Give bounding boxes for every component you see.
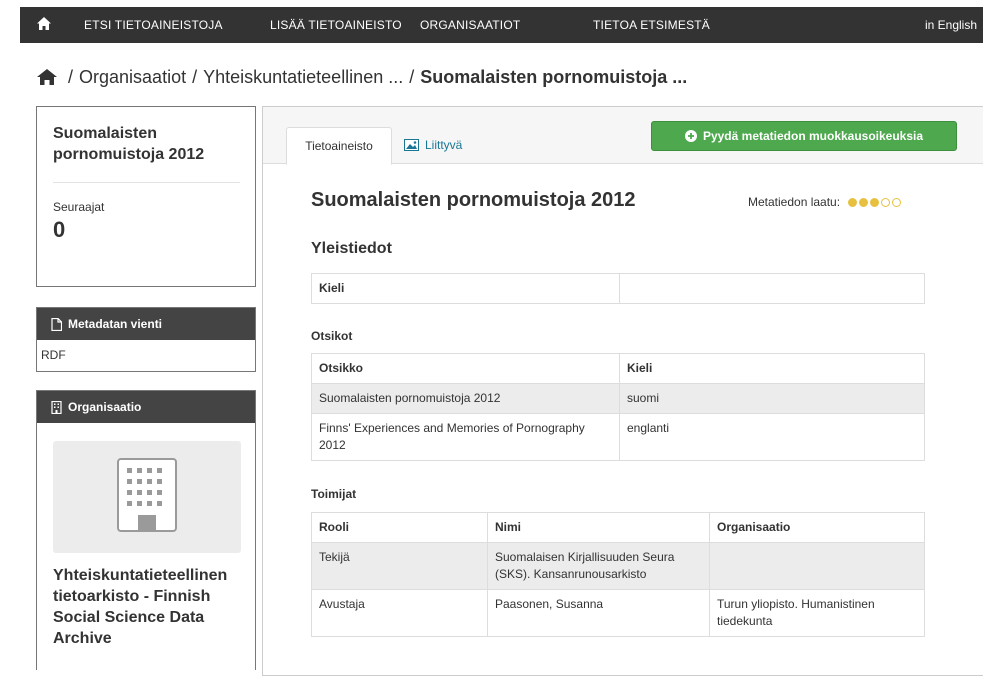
titles-col-title: Otsikko	[311, 353, 620, 384]
table-cell	[709, 542, 925, 590]
table-row: Finns' Experiences and Memories of Porno…	[311, 413, 925, 461]
breadcrumb: / Organisaatiot / Yhteiskuntatieteelline…	[36, 62, 687, 92]
home-icon[interactable]	[36, 68, 58, 86]
tab-bar: Tietoaineisto Liittyvä Pyydä metatiedon …	[263, 107, 983, 165]
breadcrumb-separator: /	[192, 66, 198, 87]
language-table: Kieli	[311, 273, 925, 304]
main-content: Tietoaineisto Liittyvä Pyydä metatiedon …	[262, 106, 983, 676]
tab-related-label: Liittyvä	[425, 138, 463, 152]
breadcrumb-organizations[interactable]: Organisaatiot	[79, 67, 186, 88]
request-edit-rights-label: Pyydä metatiedon muokkausoikeuksia	[702, 129, 924, 143]
breadcrumb-current[interactable]: Suomalaisten pornomuistoja ...	[420, 67, 687, 88]
actors-col-organization: Organisaatio	[709, 512, 925, 543]
quality-dot	[881, 197, 891, 207]
plus-circle-icon	[684, 130, 697, 142]
actors-heading: Toimijat	[311, 487, 357, 501]
tab-related[interactable]: Liittyvä	[404, 127, 462, 163]
dataset-title: Suomalaisten pornomuistoja 2012	[311, 189, 636, 211]
home-icon[interactable]	[36, 16, 52, 32]
table-cell: Avustaja	[311, 589, 488, 637]
organization-header: Organisaatio	[37, 391, 255, 423]
titles-col-language: Kieli	[619, 353, 925, 384]
divider	[53, 182, 240, 183]
titles-table: Otsikko Kieli Suomalaisten pornomuistoja…	[311, 353, 925, 461]
language-value	[619, 273, 925, 304]
metadata-export-title: Metadatan vienti	[68, 317, 163, 331]
organization-title: Organisaatio	[68, 400, 142, 414]
quality-dot	[870, 197, 880, 207]
nav-search-datasets[interactable]: ETSI TIETOAINEISTOJA	[84, 7, 223, 43]
metadata-quality: Metatiedon laatu:	[748, 195, 902, 209]
table-cell: Finns' Experiences and Memories of Porno…	[311, 413, 620, 461]
language-switch[interactable]: in English	[925, 7, 977, 43]
top-navbar: ETSI TIETOAINEISTOJA LISÄÄ TIETOAINEISTO…	[20, 7, 983, 43]
metadata-export-header: Metadatan vienti	[37, 308, 255, 340]
request-edit-rights-button[interactable]: Pyydä metatiedon muokkausoikeuksia	[651, 121, 957, 151]
quality-dot	[892, 197, 902, 207]
table-cell: Suomalaisen Kirjallisuuden Seura (SKS). …	[487, 542, 710, 590]
quality-rating	[848, 197, 902, 207]
image-icon	[404, 139, 419, 151]
nav-organizations[interactable]: ORGANISAATIOT	[420, 7, 520, 43]
table-row: Suomalaisten pornomuistoja 2012 suomi	[311, 383, 925, 414]
table-cell: Turun yliopisto. Humanistinen tiedekunta	[709, 589, 925, 637]
organization-card: Organisaatio Yhteiskuntatieteellinen tie…	[36, 390, 256, 670]
dataset-info-card: Suomalaisten pornomuistoja 2012 Seuraaja…	[36, 106, 256, 287]
breadcrumb-separator: /	[409, 66, 415, 87]
tab-dataset[interactable]: Tietoaineisto	[286, 127, 392, 165]
sidebar-dataset-title: Suomalaisten pornomuistoja 2012	[53, 125, 205, 163]
quality-label: Metatiedon laatu:	[748, 195, 841, 209]
table-cell: englanti	[619, 413, 925, 461]
followers-count: 0	[53, 217, 66, 242]
table-cell: suomi	[619, 383, 925, 414]
table-row: Tekijä Suomalaisen Kirjallisuuden Seura …	[311, 542, 925, 590]
breadcrumb-organization[interactable]: Yhteiskuntatieteellinen ...	[203, 67, 403, 88]
metadata-export-card: Metadatan vienti RDF	[36, 307, 256, 372]
language-label: Kieli	[311, 273, 620, 304]
quality-dot	[848, 197, 858, 207]
export-rdf-link[interactable]: RDF	[41, 348, 66, 362]
nav-about[interactable]: TIETOA ETSIMESTÄ	[593, 7, 710, 43]
titles-heading: Otsikot	[311, 329, 353, 343]
followers-label: Seuraajat	[53, 200, 105, 214]
building-icon	[51, 400, 62, 414]
actors-col-role: Rooli	[311, 512, 488, 543]
table-cell: Paasonen, Susanna	[487, 589, 710, 637]
document-icon	[51, 317, 62, 331]
organization-logo[interactable]	[53, 441, 241, 553]
actors-table: Rooli Nimi Organisaatio Tekijä Suomalais…	[311, 512, 925, 637]
organization-name-link[interactable]: Yhteiskuntatieteellinen tietoarkisto - F…	[53, 565, 253, 649]
quality-dot	[859, 197, 869, 207]
nav-add-dataset[interactable]: LISÄÄ TIETOAINEISTO	[270, 7, 402, 43]
building-icon	[117, 458, 177, 532]
table-cell: Tekijä	[311, 542, 488, 590]
table-row: Avustaja Paasonen, Susanna Turun yliopis…	[311, 589, 925, 637]
actors-col-name: Nimi	[487, 512, 710, 543]
table-cell: Suomalaisten pornomuistoja 2012	[311, 383, 620, 414]
general-info-heading: Yleistiedot	[311, 240, 392, 257]
breadcrumb-separator: /	[68, 66, 74, 87]
